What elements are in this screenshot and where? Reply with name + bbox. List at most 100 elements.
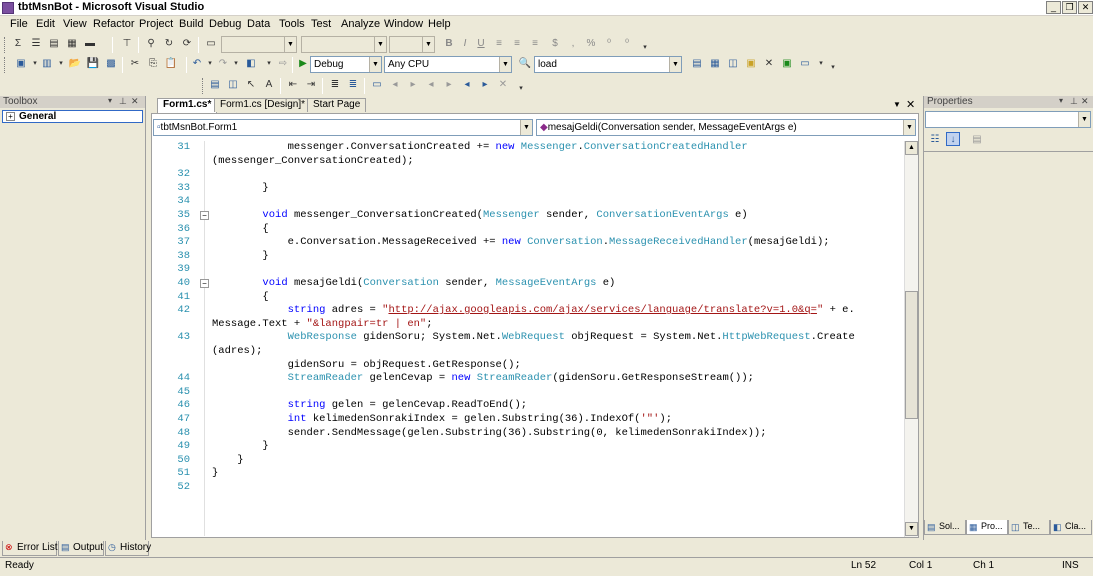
- collapse-icon[interactable]: −: [200, 279, 209, 288]
- add-item-dropdown-icon[interactable]: ▾: [54, 57, 68, 71]
- copy-icon[interactable]: ⎘: [146, 57, 160, 71]
- tools-icon[interactable]: ✕: [762, 57, 776, 71]
- configuration-combo[interactable]: Debug ▼: [310, 56, 382, 73]
- new-project-icon[interactable]: ▣: [14, 57, 28, 71]
- code-line[interactable]: (messenger_ConversationCreated);: [212, 155, 414, 169]
- align-right-icon[interactable]: ≡: [528, 37, 542, 51]
- next-bookmark-folder-icon[interactable]: ▸: [442, 78, 456, 92]
- minimize-button[interactable]: _: [1046, 1, 1061, 14]
- code-line[interactable]: string adres = "http://ajax.googleapis.c…: [212, 304, 855, 318]
- expand-icon[interactable]: +: [6, 112, 15, 121]
- code-line[interactable]: {: [212, 223, 268, 237]
- menu-help[interactable]: Help: [428, 18, 451, 30]
- increase-indent-icon[interactable]: ⇥: [304, 78, 318, 92]
- navigate-forward-icon[interactable]: ⇨: [276, 57, 290, 71]
- tab-output[interactable]: ▤ Output: [58, 541, 104, 556]
- clear-bookmarks-icon[interactable]: ✕: [496, 78, 510, 92]
- align-icon[interactable]: ⊤: [120, 37, 134, 51]
- redo-icon[interactable]: ↷: [216, 57, 230, 71]
- alphabetical-icon[interactable]: ↓: [946, 132, 960, 146]
- align-left-icon[interactable]: ≡: [492, 37, 506, 51]
- code-line[interactable]: (adres);: [212, 345, 262, 359]
- underline-icon[interactable]: U: [474, 37, 488, 51]
- command-window-icon[interactable]: ▭: [798, 57, 812, 71]
- sync-icon[interactable]: ⟳: [180, 37, 194, 51]
- navigate-backward-icon[interactable]: ◧: [244, 57, 258, 71]
- code-line[interactable]: }: [212, 467, 218, 481]
- menu-build[interactable]: Build: [179, 18, 203, 30]
- prev-bookmark-folder-icon[interactable]: ◂: [424, 78, 438, 92]
- solution-explorer-icon[interactable]: ▤: [690, 57, 704, 71]
- complete-word-icon[interactable]: A: [262, 78, 276, 92]
- find-in-files-icon[interactable]: 🔍: [518, 57, 532, 71]
- tab-team-explorer[interactable]: ◫ Te...: [1008, 520, 1050, 535]
- prev-bookmark-doc-icon[interactable]: ◂: [460, 78, 474, 92]
- code-line[interactable]: }: [212, 440, 268, 454]
- tab-form1-cs[interactable]: Form1.cs*: [157, 98, 218, 113]
- bookmark-icon[interactable]: ▭: [370, 78, 384, 92]
- scroll-down-icon[interactable]: ▼: [905, 522, 918, 536]
- properties-close-icon[interactable]: ✕: [1081, 96, 1089, 107]
- menu-tools[interactable]: Tools: [279, 18, 305, 30]
- tab-form1-design[interactable]: Form1.cs [Design]*: [214, 98, 312, 112]
- toolbox-pin-icon[interactable]: ⊥: [119, 96, 127, 107]
- categorized-icon[interactable]: ☷: [928, 133, 942, 147]
- code-line[interactable]: StreamReader gelenCevap = new StreamRead…: [212, 372, 754, 386]
- tab-history[interactable]: ◷ History: [105, 541, 151, 556]
- comma-icon[interactable]: ,: [566, 37, 580, 51]
- start-debugging-icon[interactable]: ▶: [296, 57, 310, 71]
- decimal-increase-icon[interactable]: ⁰: [602, 37, 616, 51]
- format-icon[interactable]: ▭: [204, 37, 218, 51]
- font-name-combo[interactable]: ▼: [221, 36, 297, 53]
- next-bookmark-icon[interactable]: ▸: [406, 78, 420, 92]
- collapse-icon[interactable]: −: [200, 211, 209, 220]
- object-combo[interactable]: ▼: [925, 111, 1091, 128]
- grid-icon[interactable]: ▦: [65, 37, 79, 51]
- code-line[interactable]: Message.Text + "&langpair=tr | en";: [212, 318, 433, 332]
- italic-icon[interactable]: I: [458, 37, 472, 51]
- close-button[interactable]: ✕: [1078, 1, 1093, 14]
- code-editor[interactable]: ▫tbtMsnBot.Form1 ▼ ◆mesajGeldi(Conversati…: [151, 113, 919, 538]
- toolbar2-options-icon[interactable]: ▾: [826, 61, 840, 75]
- toolbox-close-icon[interactable]: ✕: [131, 96, 139, 107]
- quick-info-icon[interactable]: ↖: [244, 78, 258, 92]
- style-combo[interactable]: ▼: [389, 36, 435, 53]
- code-line[interactable]: messenger.ConversationCreated += new Mes…: [212, 141, 748, 155]
- restore-button[interactable]: ❐: [1062, 1, 1077, 14]
- member-combo[interactable]: ◆mesajGeldi(Conversation sender, Message…: [536, 119, 916, 136]
- toolbox-icon[interactable]: ▣: [744, 57, 758, 71]
- tab-start-page[interactable]: Start Page: [307, 98, 367, 112]
- active-files-icon[interactable]: ▼: [893, 100, 901, 109]
- open-file-icon[interactable]: 📂: [68, 57, 82, 71]
- object-browser-icon[interactable]: ◫: [726, 57, 740, 71]
- menu-debug[interactable]: Debug: [209, 18, 241, 30]
- decrease-indent-icon[interactable]: ⇤: [286, 78, 300, 92]
- save-all-icon[interactable]: ▩: [104, 57, 118, 71]
- refresh-icon[interactable]: ↻: [162, 37, 176, 51]
- image-icon[interactable]: ▬: [83, 37, 97, 51]
- tab-solution-explorer[interactable]: ▤ Sol...: [924, 520, 966, 535]
- paste-icon[interactable]: 📋: [164, 57, 178, 71]
- percent-icon[interactable]: %: [584, 37, 598, 51]
- prev-bookmark-icon[interactable]: ◂: [388, 78, 402, 92]
- code-lines[interactable]: 31 messenger.ConversationCreated += new …: [152, 139, 902, 537]
- uncomment-icon[interactable]: ≣: [346, 78, 360, 92]
- toolbar-options-icon[interactable]: ▾: [638, 41, 652, 55]
- code-line[interactable]: gidenSoru = objRequest.GetResponse();: [212, 359, 521, 373]
- comment-icon[interactable]: ≣: [328, 78, 342, 92]
- list-icon[interactable]: ☰: [29, 37, 43, 51]
- cut-icon[interactable]: ✂: [128, 57, 142, 71]
- next-bookmark-doc-icon[interactable]: ▸: [478, 78, 492, 92]
- menu-test[interactable]: Test: [311, 18, 331, 30]
- menu-refactor[interactable]: Refactor: [93, 18, 135, 30]
- align-center-icon[interactable]: ≡: [510, 37, 524, 51]
- code-line[interactable]: void mesajGeldi(Conversation sender, Mes…: [212, 277, 615, 291]
- undo-dropdown-icon[interactable]: ▾: [203, 57, 217, 71]
- code-line[interactable]: }: [212, 250, 268, 264]
- tab-properties[interactable]: ▦ Pro...: [966, 520, 1008, 535]
- menu-edit[interactable]: Edit: [36, 18, 55, 30]
- bold-icon[interactable]: B: [442, 37, 456, 51]
- menu-window[interactable]: Window: [384, 18, 423, 30]
- toolbox-dropdown-icon[interactable]: ▾: [108, 96, 112, 105]
- tab-error-list[interactable]: ⊗ Error List: [2, 541, 58, 556]
